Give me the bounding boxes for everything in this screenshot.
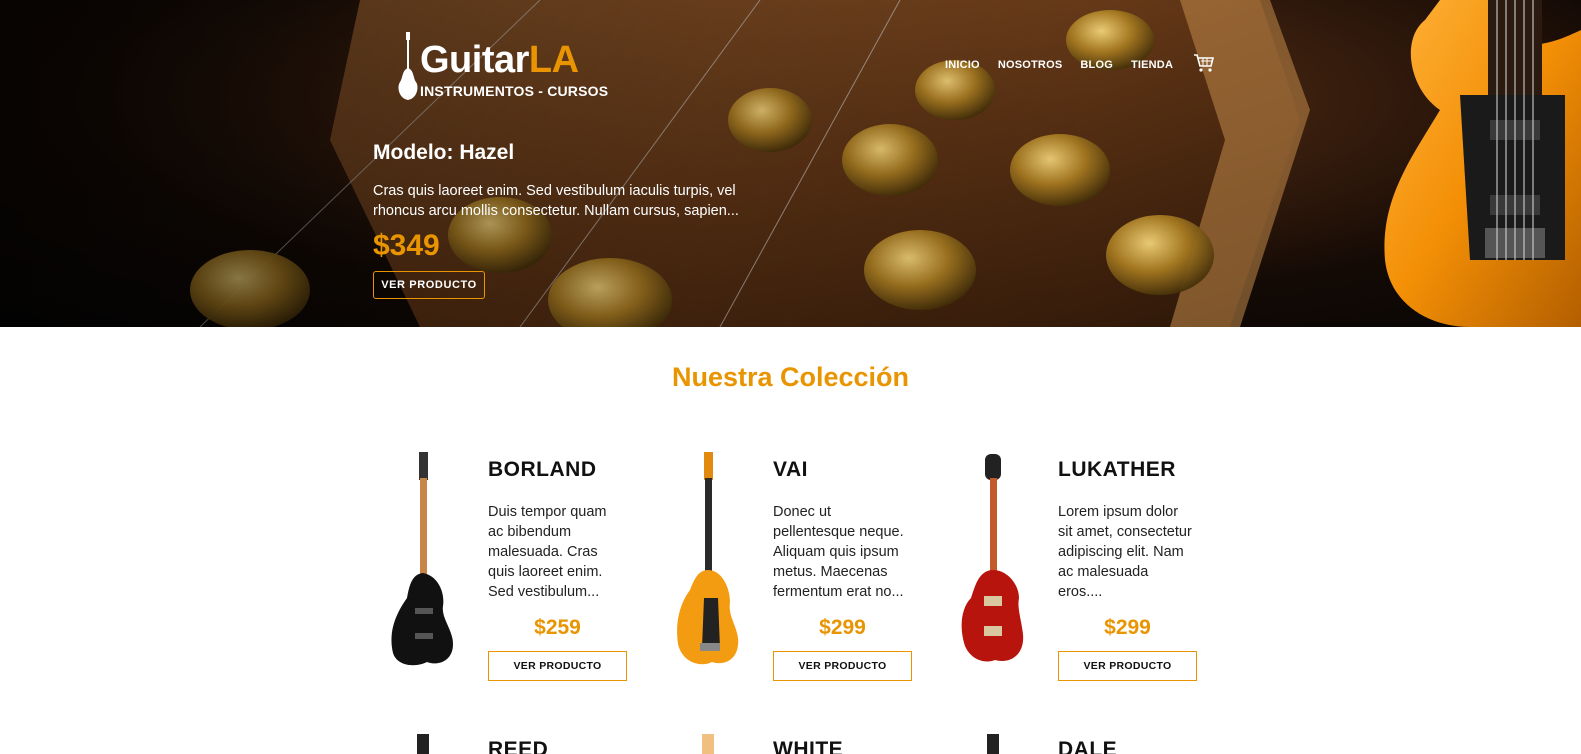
product-description: Donec ut pellentesque neque. Aliquam qui…	[773, 504, 904, 600]
product-name: DALE	[1058, 738, 1118, 754]
product-image-borland	[391, 452, 453, 666]
site-logo[interactable]: GuitarLA INSTRUMENTOS - CURSOS	[396, 32, 636, 104]
guitar-icon	[398, 32, 418, 100]
collection-title: Nuestra Colección	[671, 362, 910, 392]
main-nav: INICIO NOSOTROS BLOG TIENDA	[945, 54, 1215, 73]
product-card: VAI Donec ut pellentesque neque. Aliquam…	[670, 448, 916, 688]
product-image-partial	[417, 734, 429, 754]
nav-link-nosotros[interactable]: NOSOTROS	[998, 59, 1063, 71]
hero-price: $349	[373, 229, 440, 262]
nav-link-blog[interactable]: BLOG	[1080, 59, 1113, 71]
view-product-button[interactable]: VER PRODUCTO	[488, 651, 627, 681]
product-price: $299	[819, 616, 866, 639]
product-name: LUKATHER	[1058, 458, 1176, 481]
product-image-vai	[677, 452, 739, 665]
nav-link-inicio[interactable]: INICIO	[945, 59, 980, 71]
product-name: BORLAND	[488, 458, 597, 481]
product-card: LUKATHER Lorem ipsum dolor sit amet, con…	[955, 448, 1201, 688]
product-image-lukather	[961, 454, 1024, 662]
hero-description: Cras quis laoreet enim. Sed vestibulum i…	[373, 183, 739, 219]
product-description: Duis tempor quam ac bibendum malesuada. …	[488, 504, 607, 600]
logo-tagline: INSTRUMENTOS - CURSOS	[420, 83, 609, 99]
hero-title: Modelo: Hazel	[373, 141, 515, 164]
product-price: $259	[534, 616, 581, 639]
view-product-button[interactable]: VER PRODUCTO	[773, 651, 912, 681]
product-description: Lorem ipsum dolor sit amet, consectetur …	[1058, 504, 1192, 600]
product-name: REED	[488, 738, 549, 754]
product-image-partial	[702, 734, 714, 754]
product-card: BORLAND Duis tempor quam ac bibendum mal…	[385, 448, 631, 688]
product-name: WHITE	[773, 738, 844, 754]
nav-link-tienda[interactable]: TIENDA	[1131, 59, 1173, 71]
product-name: VAI	[773, 458, 808, 481]
hero-overlay	[0, 0, 1581, 327]
hero-banner: GuitarLA INSTRUMENTOS - CURSOS INICIO NO…	[0, 0, 1581, 327]
product-image-partial	[987, 734, 999, 754]
product-grid: BORLAND Duis tempor quam ac bibendum mal…	[385, 448, 1205, 754]
hero-view-product-button[interactable]: VER PRODUCTO	[373, 271, 485, 299]
cart-icon[interactable]	[1193, 53, 1215, 73]
logo-wordmark: GuitarLA	[420, 39, 579, 81]
view-product-button[interactable]: VER PRODUCTO	[1058, 651, 1197, 681]
product-price: $299	[1104, 616, 1151, 639]
